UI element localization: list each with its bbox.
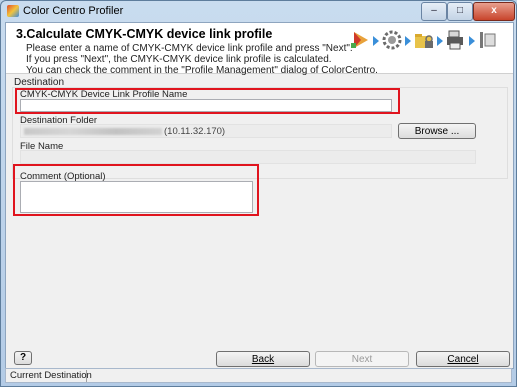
destination-folder-value: (10.11.32.170) (164, 126, 226, 137)
step-arrow-icon (469, 36, 475, 46)
gear-icon (382, 30, 402, 50)
back-label: Back (251, 354, 275, 365)
step-arrow-icon (373, 36, 379, 46)
comment-textarea[interactable] (20, 181, 253, 213)
maximize-button[interactable]: □ (447, 2, 473, 21)
wizard-steps (349, 29, 509, 53)
finish-icon (480, 32, 496, 48)
title-bar[interactable]: Color Centro Profiler – □ x (1, 1, 516, 21)
status-current-destination: Current Destination (10, 370, 92, 381)
file-name-field (20, 150, 476, 164)
dialog-body: 3.Calculate CMYK-CMYK device link profil… (5, 22, 514, 369)
instruction-line-3: You can check the comment in the "Profil… (26, 65, 378, 76)
wizard-header: 3.Calculate CMYK-CMYK device link profil… (6, 23, 513, 76)
destination-folder-field: (10.11.32.170) (20, 124, 392, 138)
minimize-button[interactable]: – (421, 2, 447, 21)
printer-icon (447, 30, 463, 50)
cancel-label: Cancel (447, 354, 479, 365)
status-bar: Current Destination (5, 368, 512, 383)
browse-button[interactable]: Browse ... (398, 123, 476, 139)
app-window: Color Centro Profiler – □ x 3.Calculate … (0, 0, 517, 387)
profile-name-input[interactable] (20, 99, 392, 112)
step-arrow-icon (437, 36, 443, 46)
window-title: Color Centro Profiler (23, 5, 124, 17)
status-divider (86, 370, 87, 382)
help-button[interactable]: ? (14, 351, 32, 365)
step-arrow-icon (405, 36, 411, 46)
cancel-button[interactable]: Cancel (416, 351, 510, 367)
app-logo-icon (7, 5, 19, 17)
step-title: 3.Calculate CMYK-CMYK device link profil… (16, 27, 273, 41)
redacted-path (24, 127, 162, 135)
play-icon (351, 32, 368, 48)
close-button[interactable]: x (473, 2, 515, 21)
back-button[interactable]: Back (216, 351, 310, 367)
folder-lock-icon (415, 34, 433, 48)
next-button[interactable]: Next (315, 351, 409, 367)
